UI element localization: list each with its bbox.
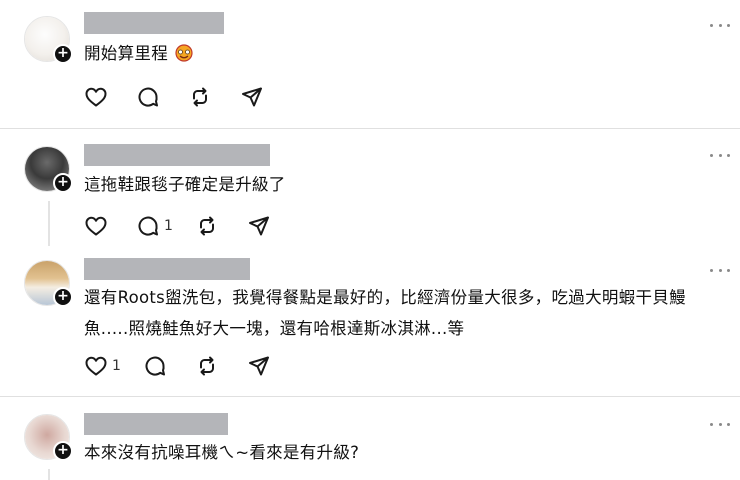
username-redacted[interactable] (84, 258, 250, 280)
username-redacted[interactable] (84, 144, 270, 166)
post-text: 還有Roots盥洗包，我覺得餐點是最好的，比經濟份量大很多，吃過大明蝦干貝鰻 魚… (84, 282, 686, 344)
more-options-icon[interactable] (710, 21, 730, 29)
heart-icon (84, 214, 108, 238)
share-button[interactable] (247, 214, 271, 238)
reply-count: 1 (164, 218, 173, 234)
send-icon (247, 214, 271, 238)
repost-button[interactable] (195, 354, 219, 378)
comment-bubble-icon (143, 354, 167, 378)
reply-button[interactable] (136, 85, 160, 109)
post-4: + 本來沒有抗噪耳機ㄟ~看來是有升級? (0, 397, 740, 480)
post-actions: 1 (84, 213, 299, 239)
heart-icon (84, 85, 108, 109)
like-count: 1 (112, 358, 121, 374)
comment-bubble-icon (136, 214, 160, 238)
repost-icon (195, 354, 219, 378)
repost-icon (188, 85, 212, 109)
comment-bubble-icon (136, 85, 160, 109)
smiling-face-emoji (174, 44, 193, 62)
like-button[interactable] (84, 85, 108, 109)
follow-plus-icon[interactable]: + (53, 173, 73, 193)
post-text: 本來沒有抗噪耳機ㄟ~看來是有升級? (84, 443, 360, 462)
username-redacted[interactable] (84, 413, 228, 435)
follow-plus-icon[interactable]: + (53, 287, 73, 307)
reply-button[interactable] (143, 354, 167, 378)
post-1: + 開始算里程 (0, 0, 740, 128)
heart-icon (84, 354, 108, 378)
post-actions (84, 84, 292, 110)
more-options-icon[interactable] (710, 151, 730, 159)
thread-line (48, 201, 50, 246)
post-text: 開始算里程 (84, 38, 194, 69)
send-icon (247, 354, 271, 378)
more-options-icon[interactable] (710, 266, 730, 274)
post-actions: 1 (84, 353, 299, 379)
repost-button[interactable] (188, 85, 212, 109)
like-button[interactable] (84, 214, 108, 238)
follow-plus-icon[interactable]: + (53, 441, 73, 461)
thread-line (48, 469, 50, 480)
send-icon (240, 85, 264, 109)
repost-icon (195, 214, 219, 238)
follow-plus-icon[interactable]: + (53, 44, 73, 64)
post-text-line-1: 還有Roots盥洗包，我覺得餐點是最好的，比經濟份量大很多，吃過大明蝦干貝鰻 (84, 288, 686, 307)
share-button[interactable] (240, 85, 264, 109)
username-redacted[interactable] (84, 12, 224, 34)
post-2: + 這拖鞋跟毯子確定是升級了 1 (0, 129, 740, 254)
more-options-icon[interactable] (710, 420, 730, 428)
reply-button[interactable]: 1 (136, 214, 173, 238)
post-text-line-2: 魚.....照燒鮭魚好大一塊，還有哈根達斯冰淇淋...等 (84, 319, 465, 338)
like-button[interactable]: 1 (84, 354, 121, 378)
post-3: + 還有Roots盥洗包，我覺得餐點是最好的，比經濟份量大很多，吃過大明蝦干貝鰻… (0, 254, 740, 394)
post-text: 這拖鞋跟毯子確定是升級了 (84, 175, 286, 194)
repost-button[interactable] (195, 214, 219, 238)
share-button[interactable] (247, 354, 271, 378)
